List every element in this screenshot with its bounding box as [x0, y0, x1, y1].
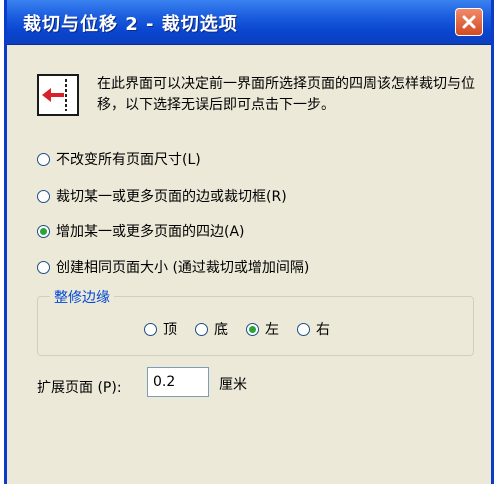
close-button[interactable] — [455, 8, 483, 36]
option-no-change[interactable]: 不改变所有页面尺寸(L) — [37, 149, 201, 169]
option-same-size[interactable]: 创建相同页面大小 (通过裁切或增加间隔) — [37, 257, 309, 277]
radio-button[interactable] — [37, 189, 50, 203]
arrow-left-margin-icon — [37, 74, 79, 116]
trim-edges-group: 整修边缘 顶 底 左 右 — [37, 287, 474, 356]
trim-option-left[interactable]: 左 — [246, 319, 279, 339]
radio-button[interactable] — [195, 322, 208, 336]
radio-button[interactable] — [144, 322, 157, 336]
trim-option-top[interactable]: 顶 — [144, 319, 177, 339]
trim-label: 顶 — [163, 322, 177, 338]
trim-label: 右 — [316, 322, 330, 338]
option-label: 增加某一或更多页面的四边(A) — [56, 224, 245, 240]
window-title: 裁切与位移 2 - 裁切选项 — [23, 14, 238, 35]
expand-page-label: 扩展页面 (P): — [37, 380, 122, 396]
unit-label: 厘米 — [219, 377, 247, 393]
option-crop-edges[interactable]: 裁切某一或更多页面的边或裁切框(R) — [37, 186, 287, 206]
dialog-content: 在此界面可以决定前一界面所选择页面的四周该怎样裁切与位移，以下选择无误后即可点击… — [7, 44, 491, 484]
trim-option-bottom[interactable]: 底 — [195, 319, 228, 339]
radio-button[interactable] — [297, 322, 310, 336]
option-label: 不改变所有页面尺寸(L) — [56, 152, 201, 168]
radio-button-selected[interactable] — [246, 322, 259, 336]
expand-page-input[interactable]: 0.2 — [147, 367, 209, 397]
radio-button[interactable] — [37, 152, 50, 166]
radio-button[interactable] — [37, 260, 50, 274]
trim-option-right[interactable]: 右 — [297, 319, 330, 339]
info-text: 在此界面可以决定前一界面所选择页面的四周该怎样裁切与位移，以下选择无误后即可点击… — [97, 76, 475, 113]
option-label: 创建相同页面大小 (通过裁切或增加间隔) — [56, 260, 310, 276]
close-icon — [462, 15, 476, 29]
option-label: 裁切某一或更多页面的边或裁切框(R) — [56, 189, 287, 205]
group-legend: 整修边缘 — [50, 287, 114, 307]
trim-label: 左 — [265, 322, 279, 338]
trim-label: 底 — [214, 322, 228, 338]
dialog-window: 裁切与位移 2 - 裁切选项 在此界面可以决定前一界面所选择页面的四周该怎样裁切… — [4, 0, 494, 484]
title-bar[interactable]: 裁切与位移 2 - 裁切选项 — [7, 0, 491, 45]
radio-button-selected[interactable] — [37, 224, 50, 238]
trim-options: 顶 底 左 右 — [144, 319, 348, 339]
option-add-margins[interactable]: 增加某一或更多页面的四边(A) — [37, 221, 245, 241]
